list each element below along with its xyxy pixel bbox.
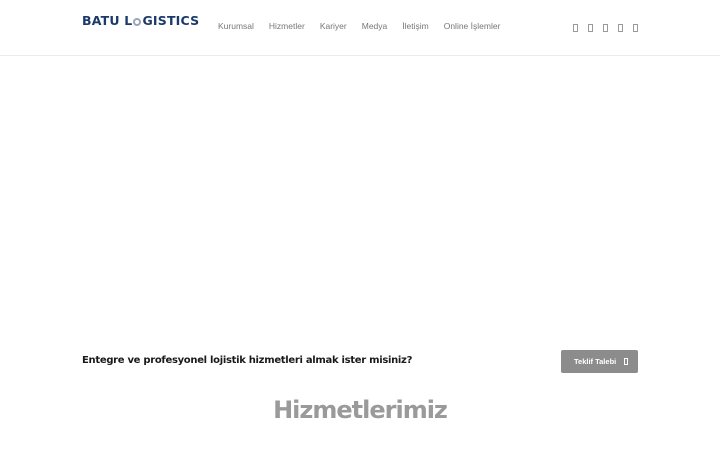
quote-request-button[interactable]: Teklif Talebi	[561, 350, 638, 373]
hero-banner	[0, 57, 720, 340]
logo[interactable]: BATU L GISTICS	[82, 13, 199, 28]
main-nav: Kurumsal Hizmetler Kariyer Medya İletişi…	[218, 21, 515, 31]
twitter-icon[interactable]	[588, 24, 593, 32]
nav-item-online-islemler[interactable]: Online İşlemler	[444, 21, 501, 31]
youtube-icon[interactable]	[633, 24, 638, 32]
logo-text-right: GISTICS	[142, 13, 200, 28]
arrow-right-icon	[624, 358, 629, 365]
social-links	[573, 24, 648, 32]
site-header: BATU L GISTICS Kurumsal Hizmetler Kariyer…	[0, 0, 720, 56]
logo-text-left: BATU L	[82, 13, 133, 28]
logo-o-icon	[133, 18, 142, 26]
nav-item-hizmetler[interactable]: Hizmetler	[269, 21, 305, 31]
nav-item-kariyer[interactable]: Kariyer	[320, 21, 347, 31]
nav-item-iletisim[interactable]: İletişim	[402, 21, 428, 31]
linkedin-icon[interactable]	[618, 24, 623, 32]
nav-item-kurumsal[interactable]: Kurumsal	[218, 21, 254, 31]
cta-text: Entegre ve profesyonel lojistik hizmetle…	[82, 355, 413, 366]
facebook-icon[interactable]	[573, 24, 578, 32]
services-title: Hizmetlerimiz	[273, 396, 448, 424]
nav-item-medya[interactable]: Medya	[362, 21, 388, 31]
quote-request-label: Teklif Talebi	[574, 357, 617, 366]
instagram-icon[interactable]	[603, 24, 608, 32]
